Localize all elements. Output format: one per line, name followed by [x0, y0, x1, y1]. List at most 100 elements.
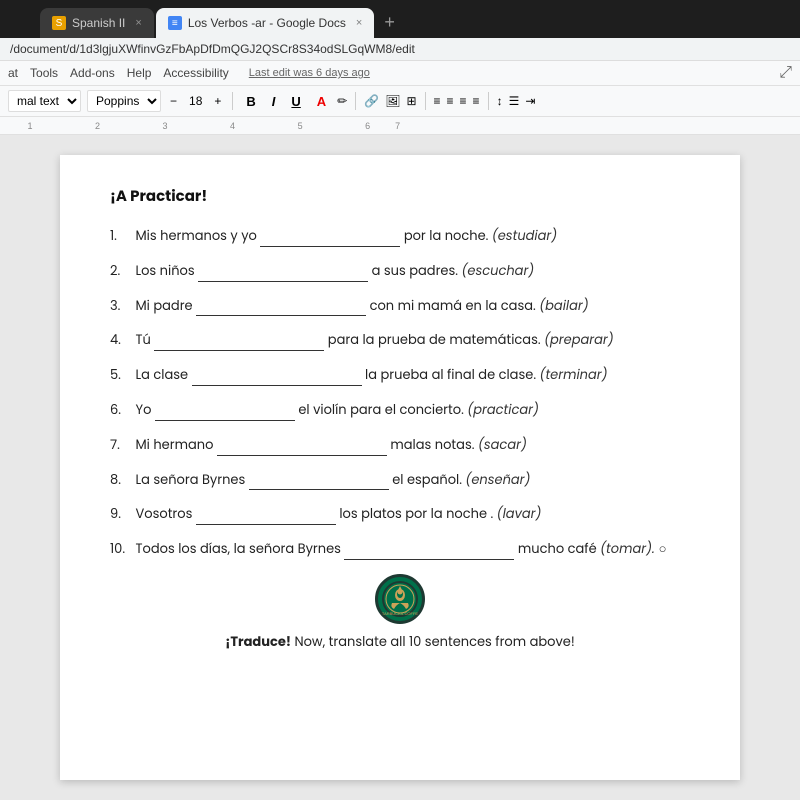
exercise-after-2: a sus padres.	[372, 261, 462, 280]
tab-spanish-icon: S	[52, 16, 66, 30]
list-icon[interactable]: ☰	[509, 94, 520, 108]
last-edit-label: Last edit was 6 days ago	[249, 67, 370, 79]
exercise-num-7: 7.	[110, 435, 132, 456]
text-color-button[interactable]: A	[312, 92, 331, 111]
style-dropdown[interactable]: mal text	[8, 90, 81, 112]
menu-accessibility[interactable]: Accessibility	[163, 66, 228, 80]
exercise-num-8: 8.	[110, 470, 132, 491]
font-increase-button[interactable]: +	[211, 94, 224, 108]
exercise-num-4: 4.	[110, 330, 132, 351]
exercise-blank-3[interactable]	[196, 302, 366, 316]
doc-title: ¡A Practicar!	[110, 185, 690, 208]
exercise-blank-5[interactable]	[192, 372, 362, 386]
expand-icon: ⤢	[779, 64, 792, 82]
exercise-num-1: 1.	[110, 226, 132, 247]
doc-page: ¡A Practicar! 1. Mis hermanos y yo por l…	[60, 155, 740, 780]
underline-button[interactable]: U	[286, 92, 305, 111]
exercise-before-2: Los niños	[135, 261, 198, 280]
exercise-num-3: 3.	[110, 296, 132, 317]
exercise-hint-10: (tomar). ○	[600, 539, 666, 558]
starbucks-svg: STARBUCKS COFFEE	[382, 581, 418, 617]
menu-at[interactable]: at	[8, 66, 18, 80]
line-spacing-icon[interactable]: ↕	[497, 94, 503, 108]
exercise-num-5: 5.	[110, 365, 132, 386]
tab-spanish[interactable]: S Spanish II ×	[40, 8, 154, 38]
exercise-blank-2[interactable]	[198, 268, 368, 282]
toolbar-divider-2	[355, 92, 356, 110]
exercise-before-3: Mi padre	[135, 296, 196, 315]
exercise-hint-4: (preparar)	[544, 330, 614, 349]
exercise-item-10: 10. Todos los días, la señora Byrnes muc…	[110, 539, 690, 560]
translate-text: Now, translate all 10 sentences from abo…	[294, 632, 574, 651]
exercise-hint-7: (sacar)	[478, 435, 527, 454]
menu-tools[interactable]: Tools	[30, 66, 58, 80]
exercise-after-10: mucho café	[518, 539, 600, 558]
exercise-num-6: 6.	[110, 400, 132, 421]
exercise-num-10: 10.	[110, 539, 132, 560]
exercise-blank-9[interactable]	[196, 511, 336, 525]
menu-help[interactable]: Help	[127, 66, 152, 80]
exercise-before-5: La clase	[135, 365, 191, 384]
svg-text:STARBUCKS COFFEE: STARBUCKS COFFEE	[382, 611, 418, 616]
exercise-hint-8: (enseñar)	[465, 470, 530, 489]
exercise-blank-7[interactable]	[217, 442, 387, 456]
exercise-after-4: para la prueba de matemáticas.	[328, 330, 544, 349]
tab-new-button[interactable]: +	[376, 12, 403, 33]
tab-bar: S Spanish II × ≡ Los Verbos -ar - Google…	[0, 0, 800, 38]
exercise-item-6: 6. Yo el violín para el concierto. (prac…	[110, 400, 690, 421]
align-left-icon[interactable]: ≡	[434, 94, 441, 108]
font-dropdown[interactable]: Poppins	[87, 90, 161, 112]
exercise-item-3: 3. Mi padre con mi mamá en la casa. (bai…	[110, 296, 690, 317]
menu-bar: at Tools Add-ons Help Accessibility Last…	[0, 61, 800, 86]
exercise-blank-1[interactable]	[260, 233, 400, 247]
exercise-hint-3: (bailar)	[539, 296, 588, 315]
tab-verbos[interactable]: ≡ Los Verbos -ar - Google Docs ×	[156, 8, 375, 38]
exercise-before-6: Yo	[135, 400, 154, 419]
tab-spanish-close[interactable]: ×	[135, 17, 141, 29]
browser-window: S Spanish II × ≡ Los Verbos -ar - Google…	[0, 0, 800, 800]
exercise-blank-6[interactable]	[155, 407, 295, 421]
exercise-blank-8[interactable]	[249, 476, 389, 490]
exercise-list: 1. Mis hermanos y yo por la noche. (estu…	[110, 226, 690, 560]
link-icon[interactable]: 🔗	[364, 94, 379, 108]
exercise-before-1: Mis hermanos y yo	[135, 226, 260, 245]
exercise-after-1: por la noche.	[404, 226, 492, 245]
exercise-item-2: 2. Los niños a sus padres. (escuchar)	[110, 261, 690, 282]
tab-spanish-label: Spanish II	[72, 16, 125, 30]
indent-icon[interactable]: ⇥	[525, 94, 535, 108]
exercise-hint-5: (terminar)	[540, 365, 608, 384]
tab-verbos-close[interactable]: ×	[356, 17, 362, 29]
exercise-before-9: Vosotros	[135, 504, 195, 523]
toolbar-divider-1	[232, 92, 233, 110]
exercise-after-8: el español.	[392, 470, 465, 489]
exercise-before-8: La señora Byrnes	[135, 470, 248, 489]
ruler-marks: 1 2 3 4 5 6 7	[10, 121, 400, 131]
exercise-blank-4[interactable]	[154, 337, 324, 351]
exercise-item-1: 1. Mis hermanos y yo por la noche. (estu…	[110, 226, 690, 247]
exercise-item-4: 4. Tú para la prueba de matemáticas. (pr…	[110, 330, 690, 351]
exercise-blank-10[interactable]	[344, 546, 514, 560]
italic-button[interactable]: I	[267, 92, 281, 111]
align-center-icon[interactable]: ≡	[447, 94, 454, 108]
doc-area: ¡A Practicar! 1. Mis hermanos y yo por l…	[0, 135, 800, 800]
tab-verbos-label: Los Verbos -ar - Google Docs	[188, 16, 346, 30]
exercise-after-5: la prueba al final de clase.	[365, 365, 539, 384]
align-right-icon[interactable]: ≡	[460, 94, 467, 108]
pen-icon[interactable]: ✏	[337, 94, 347, 108]
align-justify-icon[interactable]: ≡	[473, 94, 480, 108]
font-decrease-button[interactable]: −	[167, 94, 180, 108]
exercise-before-7: Mi hermano	[135, 435, 216, 454]
toolbar-divider-4	[488, 92, 489, 110]
exercise-item-9: 9. Vosotros los platos por la noche . (l…	[110, 504, 690, 525]
address-bar[interactable]: /document/d/1d3lgjuXWfinvGzFbApDfDmQGJ2Q…	[0, 38, 800, 61]
exercise-item-8: 8. La señora Byrnes el español. (enseñar…	[110, 470, 690, 491]
table-icon[interactable]: ⊞	[406, 94, 416, 108]
exercise-after-3: con mi mamá en la casa.	[370, 296, 540, 315]
menu-addons[interactable]: Add-ons	[70, 66, 115, 80]
exercise-hint-9: (lavar)	[497, 504, 542, 523]
starbucks-icon: STARBUCKS COFFEE	[375, 574, 425, 624]
image-icon[interactable]: 🖼	[385, 94, 400, 108]
bold-button[interactable]: B	[241, 92, 260, 111]
tab-verbos-icon: ≡	[168, 16, 182, 30]
exercise-hint-1: (estudiar)	[492, 226, 557, 245]
